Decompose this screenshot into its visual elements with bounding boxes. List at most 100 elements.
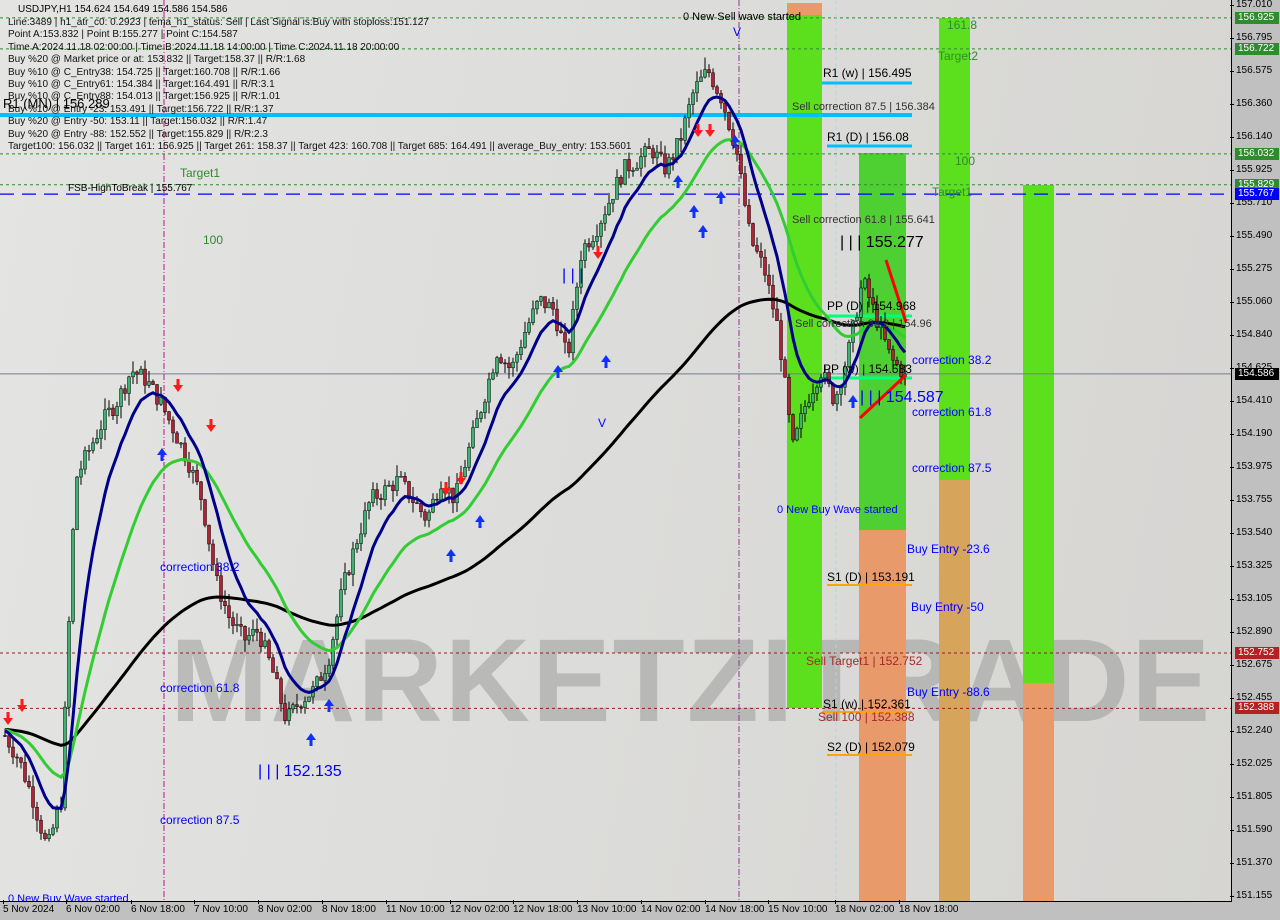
candle-body — [799, 413, 803, 429]
fib-100-right-label: 100 — [955, 154, 976, 168]
time-tick-label: 13 Nov 10:00 — [577, 900, 637, 915]
candle-body — [631, 170, 635, 172]
candle-body — [603, 214, 607, 224]
price-badge: 156.925 — [1235, 11, 1279, 24]
candle-body — [747, 205, 751, 224]
candle-body — [127, 376, 131, 394]
fsb-high-label: FSB-HighToBreak | 155.767 — [68, 183, 193, 194]
candle-body — [535, 300, 539, 310]
candle-body — [103, 409, 107, 430]
candle-body — [235, 624, 239, 626]
price-tick-label: 151.805 — [1229, 791, 1273, 803]
candle-body — [635, 167, 639, 171]
pp-daily-label: PP (D) | 154.968 — [827, 299, 916, 313]
r1-weekly-label: R1 (w) | 156.495 — [823, 66, 912, 80]
candle-body — [119, 388, 123, 407]
symbol-ohlc: USDJPY,H1 154.624 154.649 154.586 154.58… — [18, 4, 228, 15]
signal-zone — [1023, 683, 1054, 901]
slow-moving-average — [4, 297, 906, 747]
price-tick-label: 153.755 — [1229, 494, 1273, 506]
time-axis[interactable]: 5 Nov 2024 6 Nov 02:00 6 Nov 18:00 7 Nov 10… — [0, 900, 1231, 920]
time-tick-label: 12 Nov 02:00 — [450, 900, 510, 915]
candle-body — [323, 673, 327, 681]
sell-arrow-icon — [705, 124, 715, 137]
candle-body — [743, 173, 747, 206]
candle-body — [575, 286, 579, 310]
buy-arrow-icon — [306, 733, 316, 746]
price-tick-label: 153.540 — [1229, 527, 1273, 539]
candle-body — [395, 476, 399, 491]
candle-body — [71, 529, 75, 622]
candle-body — [887, 339, 891, 350]
candle-body — [203, 499, 207, 526]
candle-body — [143, 368, 147, 386]
candle-body — [19, 757, 23, 763]
candle-body — [363, 510, 367, 535]
candle-body — [599, 222, 603, 237]
buy-arrow-icon — [324, 699, 334, 712]
candle-body — [23, 762, 27, 782]
candle-body — [99, 429, 103, 439]
candle-body — [471, 427, 475, 448]
candle-body — [759, 251, 763, 258]
info-line: Buy %20 @ Entry -50: 153.11 || Target:15… — [8, 116, 268, 128]
v-mark-top: V — [733, 25, 742, 39]
price-axis[interactable]: 157.010 156.795 156.575 156.360 156.140 155.9… — [1229, 0, 1280, 920]
candle-body — [467, 446, 471, 468]
candle-body — [35, 806, 39, 821]
time-tick-label: 18 Nov 02:00 — [835, 900, 895, 915]
candle-body — [551, 302, 555, 310]
candle-body — [639, 156, 643, 169]
candle-body — [727, 112, 731, 130]
candle-body — [835, 394, 839, 405]
candle-body — [87, 449, 91, 452]
price-tick-label: 151.370 — [1229, 857, 1273, 869]
price-tick-label: 152.240 — [1229, 724, 1273, 736]
sell-arrow-icon — [173, 379, 183, 392]
candle-body — [483, 401, 487, 413]
candle-body — [683, 117, 687, 141]
fib-100-left-label: 100 — [203, 233, 224, 247]
price-tick-label: 152.675 — [1229, 658, 1273, 670]
candle-body — [175, 432, 179, 444]
candle-body — [511, 361, 515, 369]
time-tick-label: 12 Nov 18:00 — [513, 900, 573, 915]
signal-zone — [787, 15, 822, 708]
candle-body — [115, 406, 119, 416]
price-badge: 156.032 — [1235, 147, 1279, 160]
chart-plot-area[interactable]: MARKETZITRADE USDJPY,H1 154.624 154.649 … — [0, 0, 1232, 902]
candle-body — [839, 386, 843, 395]
info-line: Line:3489 | h1_atr_c0: 0.2923 | tema_h1_… — [8, 17, 429, 28]
sell-target1-label: Sell Target1 | 152.752 — [806, 654, 923, 668]
candle-body — [539, 296, 543, 302]
time-tick-label: 14 Nov 02:00 — [641, 900, 701, 915]
candle-body — [307, 696, 311, 702]
candle-body — [771, 284, 775, 310]
candle-body — [43, 832, 47, 839]
s1-daily-label: S1 (D) | 153.191 — [827, 570, 915, 584]
candle-body — [863, 278, 867, 289]
candle-body — [343, 572, 347, 591]
candle-body — [815, 386, 819, 394]
point-c-label: | | | 154.587 — [860, 389, 944, 406]
candle-body — [495, 357, 499, 374]
candle-body — [715, 86, 719, 94]
candle-body — [651, 148, 655, 159]
candle-body — [499, 357, 503, 364]
candle-body — [179, 442, 183, 445]
correction-38-right-label: correction 38.2 — [912, 353, 992, 367]
candle-body — [795, 428, 799, 441]
candle-body — [263, 640, 267, 647]
buy-arrow-icon — [848, 395, 858, 408]
candle-body — [523, 332, 527, 348]
candle-body — [503, 362, 507, 365]
candle-body — [783, 359, 787, 378]
candle-body — [751, 223, 755, 246]
correction-38-left-label: correction 38.2 — [160, 560, 240, 574]
candle-body — [51, 827, 55, 835]
buy-arrow-icon — [689, 205, 699, 218]
candle-body — [167, 411, 171, 421]
time-tick-label: 7 Nov 10:00 — [194, 900, 248, 915]
price-tick-label: 155.275 — [1229, 263, 1273, 275]
buy-entry-50-label: Buy Entry -50 — [911, 600, 984, 614]
